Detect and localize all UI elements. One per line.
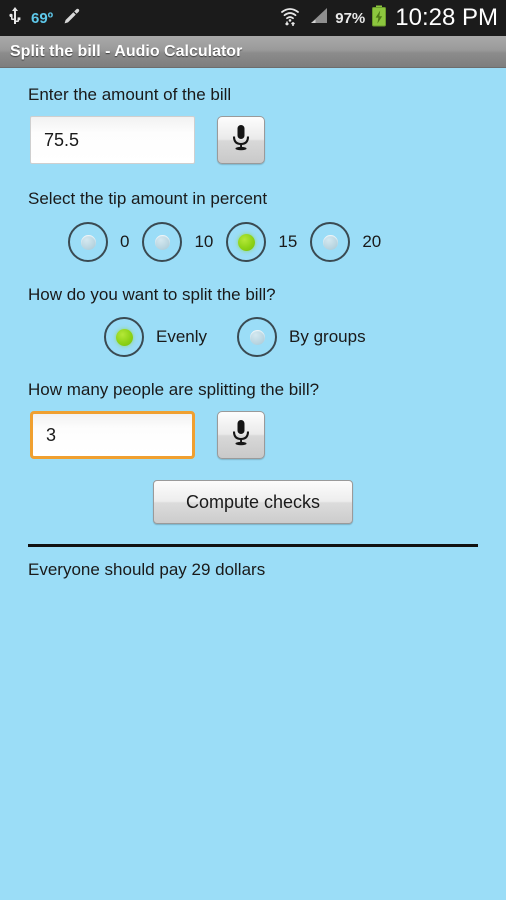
app-title-bar: Split the bill - Audio Calculator [0, 36, 506, 68]
wifi-icon [279, 5, 301, 32]
microphone-icon [230, 123, 252, 158]
radio-button-selected-icon[interactable] [226, 222, 267, 262]
radio-button-selected-icon[interactable] [104, 317, 144, 357]
people-count-input[interactable]: 3 [30, 411, 195, 459]
tip-option-20[interactable]: 20 [310, 222, 381, 262]
usb-icon [8, 6, 22, 31]
status-bar-left: 69º [8, 6, 82, 31]
tip-percent-label: Select the tip amount in percent [28, 189, 268, 208]
battery-percent-label: 97% [335, 9, 366, 27]
split-option-label: Evenly [156, 327, 208, 346]
app-title: Split the bill - Audio Calculator [10, 42, 243, 60]
people-count-mic-button[interactable] [217, 411, 265, 459]
radio-button-unselected-icon[interactable] [237, 317, 278, 357]
people-count-label: How many people are splitting the bill? [28, 380, 320, 399]
status-bar-right: 97% 10:28 PM [279, 4, 498, 32]
tip-option-label: 0 [120, 232, 130, 251]
people-count-row: 3 [0, 411, 506, 459]
compute-checks-button[interactable]: Compute checks [153, 480, 353, 524]
tip-option-label: 10 [194, 232, 214, 251]
temperature-indicator: 69º [31, 9, 54, 27]
clock-label: 10:28 PM [395, 4, 498, 31]
tip-percent-radio-group: 0 10 15 20 [0, 222, 506, 262]
radio-button-unselected-icon[interactable] [142, 222, 183, 262]
split-option-by-groups[interactable]: By groups [237, 317, 366, 357]
bill-amount-row: 75.5 [0, 116, 506, 164]
tip-option-10[interactable]: 10 [142, 222, 213, 262]
tip-option-label: 15 [278, 232, 298, 251]
tip-option-15[interactable]: 15 [226, 222, 297, 262]
split-method-label: How do you want to split the bill? [28, 285, 276, 304]
compute-button-container: Compute checks [0, 480, 506, 524]
battery-charging-icon [371, 5, 387, 32]
pencil-icon [62, 6, 82, 31]
main-content: Enter the amount of the bill 75.5 Select… [0, 85, 506, 580]
split-method-radio-group: Evenly By groups [0, 317, 506, 357]
tip-option-label: 20 [362, 232, 382, 251]
status-bar: 69º 97% 10:28 PM [0, 0, 506, 36]
bill-amount-mic-button[interactable] [217, 116, 265, 164]
bill-amount-input[interactable]: 75.5 [30, 116, 195, 164]
result-text: Everyone should pay 29 dollars [28, 560, 266, 579]
cellular-signal-icon [307, 6, 329, 31]
radio-button-unselected-icon[interactable] [68, 222, 108, 262]
tip-option-0[interactable]: 0 [68, 222, 129, 262]
radio-button-unselected-icon[interactable] [310, 222, 351, 262]
result-divider [28, 544, 478, 547]
bill-amount-label: Enter the amount of the bill [28, 85, 232, 104]
split-option-evenly[interactable]: Evenly [104, 317, 207, 357]
split-option-label: By groups [289, 327, 366, 346]
microphone-icon [230, 418, 252, 453]
